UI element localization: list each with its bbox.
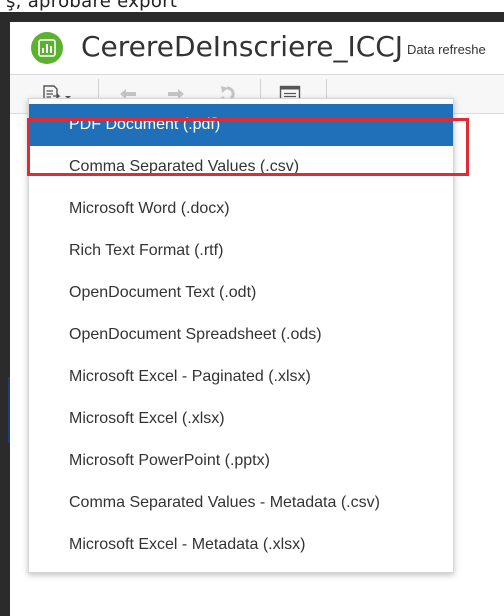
top-cropped-strip: ş, aprobare export	[0, 0, 504, 12]
menu-item-label: OpenDocument Spreadsheet (.ods)	[69, 326, 322, 343]
menu-item-xlsx-metadata[interactable]: Microsoft Excel - Metadata (.xlsx)	[29, 524, 453, 566]
menu-item-label: Comma Separated Values - Metadata (.csv)	[69, 494, 380, 511]
window-frame-left	[0, 12, 10, 616]
export-format-menu: PDF Document (.pdf) Comma Separated Valu…	[28, 98, 454, 573]
menu-item-label: Microsoft Excel (.xlsx)	[69, 410, 225, 427]
app-logo-icon	[31, 32, 63, 64]
menu-item-label: Microsoft Word (.docx)	[69, 200, 230, 217]
data-refresh-label: Data refreshe	[407, 42, 486, 57]
menu-item-csv[interactable]: Comma Separated Values (.csv)	[29, 146, 453, 188]
app-header: CerereDeInscriere_ICCJ Data refreshe	[10, 22, 504, 75]
menu-item-label: Comma Separated Values (.csv)	[69, 158, 300, 175]
menu-item-label: Microsoft PowerPoint (.pptx)	[69, 452, 270, 469]
menu-item-pptx[interactable]: Microsoft PowerPoint (.pptx)	[29, 440, 453, 482]
menu-item-pdf[interactable]: PDF Document (.pdf)	[29, 104, 453, 146]
menu-item-csv-metadata[interactable]: Comma Separated Values - Metadata (.csv)	[29, 482, 453, 524]
menu-item-label: Microsoft Excel - Metadata (.xlsx)	[69, 536, 306, 553]
window-frame-top	[0, 12, 504, 22]
menu-item-xlsx-paginated[interactable]: Microsoft Excel - Paginated (.xlsx)	[29, 356, 453, 398]
menu-item-docx[interactable]: Microsoft Word (.docx)	[29, 188, 453, 230]
menu-item-ods[interactable]: OpenDocument Spreadsheet (.ods)	[29, 314, 453, 356]
menu-item-odt[interactable]: OpenDocument Text (.odt)	[29, 272, 453, 314]
menu-item-label: PDF Document (.pdf)	[69, 116, 221, 133]
page-title: CerereDeInscriere_ICCJ	[81, 30, 404, 63]
menu-item-rtf[interactable]: Rich Text Format (.rtf)	[29, 230, 453, 272]
menu-item-label: Rich Text Format (.rtf)	[69, 242, 224, 259]
menu-item-xlsx[interactable]: Microsoft Excel (.xlsx)	[29, 398, 453, 440]
menu-item-label: OpenDocument Text (.odt)	[69, 284, 257, 301]
menu-item-label: Microsoft Excel - Paginated (.xlsx)	[69, 368, 311, 385]
cropped-title-text: ş, aprobare export	[6, 0, 178, 12]
